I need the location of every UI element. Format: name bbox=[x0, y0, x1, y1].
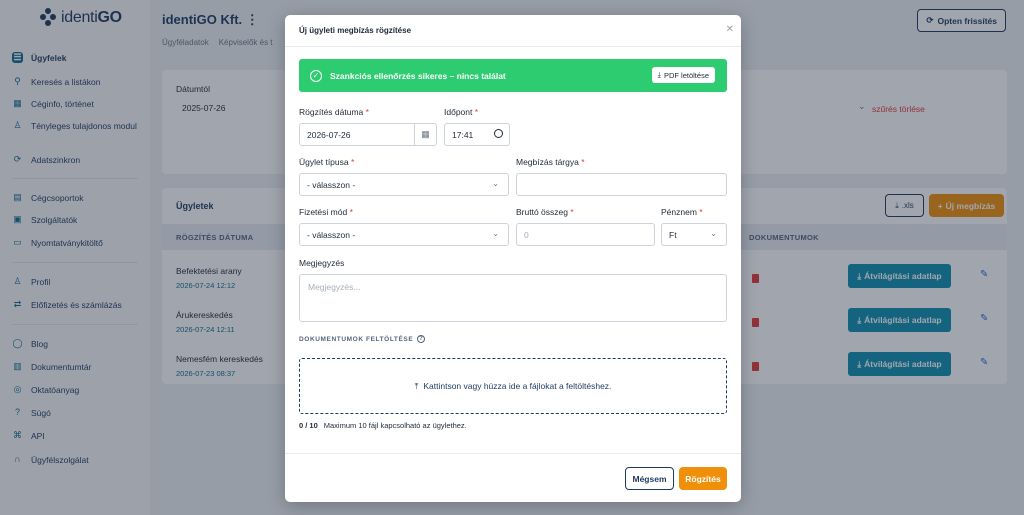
time-label: Időpont * bbox=[444, 107, 479, 117]
type-label: Ügylet típusa * bbox=[299, 157, 355, 167]
note-textarea[interactable]: Megjegyzés... bbox=[299, 274, 727, 322]
chevron-down-icon: ⌄ bbox=[492, 229, 499, 238]
cancel-button[interactable]: Mégsem bbox=[625, 467, 674, 490]
file-dropzone[interactable]: ⤒ Kattintson vagy húzza ide a fájlokat a … bbox=[299, 358, 727, 414]
currency-select[interactable]: Ft ⌄ bbox=[661, 223, 727, 246]
amount-input[interactable]: 0 bbox=[516, 223, 655, 246]
amount-label: Bruttó összeg * bbox=[516, 207, 574, 217]
note-label: Megjegyzés bbox=[299, 258, 345, 268]
check-circle-icon: ✓ bbox=[310, 69, 322, 82]
help-icon[interactable]: ? bbox=[417, 335, 426, 343]
payment-label: Fizetési mód * bbox=[299, 207, 353, 217]
pdf-download-button[interactable]: ⤓ PDF letöltése bbox=[651, 67, 715, 83]
file-count: 0 / 10 Maximum 10 fájl kapcsolható az ügy… bbox=[299, 421, 467, 430]
upload-section-title: DOKUMENTUMOK FELTÖLTÉSE? bbox=[299, 335, 426, 343]
subject-label: Megbízás tárgya * bbox=[516, 157, 585, 167]
modal-title: Új ügyleti megbízás rögzítése bbox=[299, 26, 412, 35]
chevron-down-icon: ⌄ bbox=[710, 229, 717, 238]
date-label: Rögzítés dátuma * bbox=[299, 107, 369, 117]
modal-footer-divider bbox=[285, 453, 741, 454]
sanction-check-alert: ✓ Szankciós ellenőrzés sikeres – nincs t… bbox=[299, 59, 727, 92]
save-button[interactable]: Rögzítés bbox=[679, 467, 727, 490]
alert-text: Szankciós ellenőrzés sikeres – nincs tal… bbox=[330, 70, 506, 81]
subject-input[interactable] bbox=[516, 173, 727, 196]
download-icon: ⤓ bbox=[657, 70, 661, 79]
new-order-modal: Új ügyleti megbízás rögzítése ✕ ✓ Szankc… bbox=[285, 15, 741, 502]
upload-icon: ⤒ bbox=[414, 380, 419, 391]
payment-select[interactable]: - válasszon - ⌄ bbox=[299, 223, 509, 246]
time-input[interactable]: 17:41 bbox=[444, 123, 510, 146]
modal-header-divider bbox=[285, 46, 741, 47]
close-icon[interactable]: ✕ bbox=[726, 24, 734, 35]
calendar-icon[interactable]: ▦ bbox=[414, 124, 436, 145]
date-input[interactable]: 2026-07-26 ▦ bbox=[299, 123, 437, 146]
currency-label: Pénznem * bbox=[661, 207, 703, 217]
chevron-down-icon: ⌄ bbox=[492, 179, 499, 188]
clock-icon[interactable] bbox=[494, 129, 503, 138]
type-select[interactable]: - válasszon - ⌄ bbox=[299, 173, 509, 196]
